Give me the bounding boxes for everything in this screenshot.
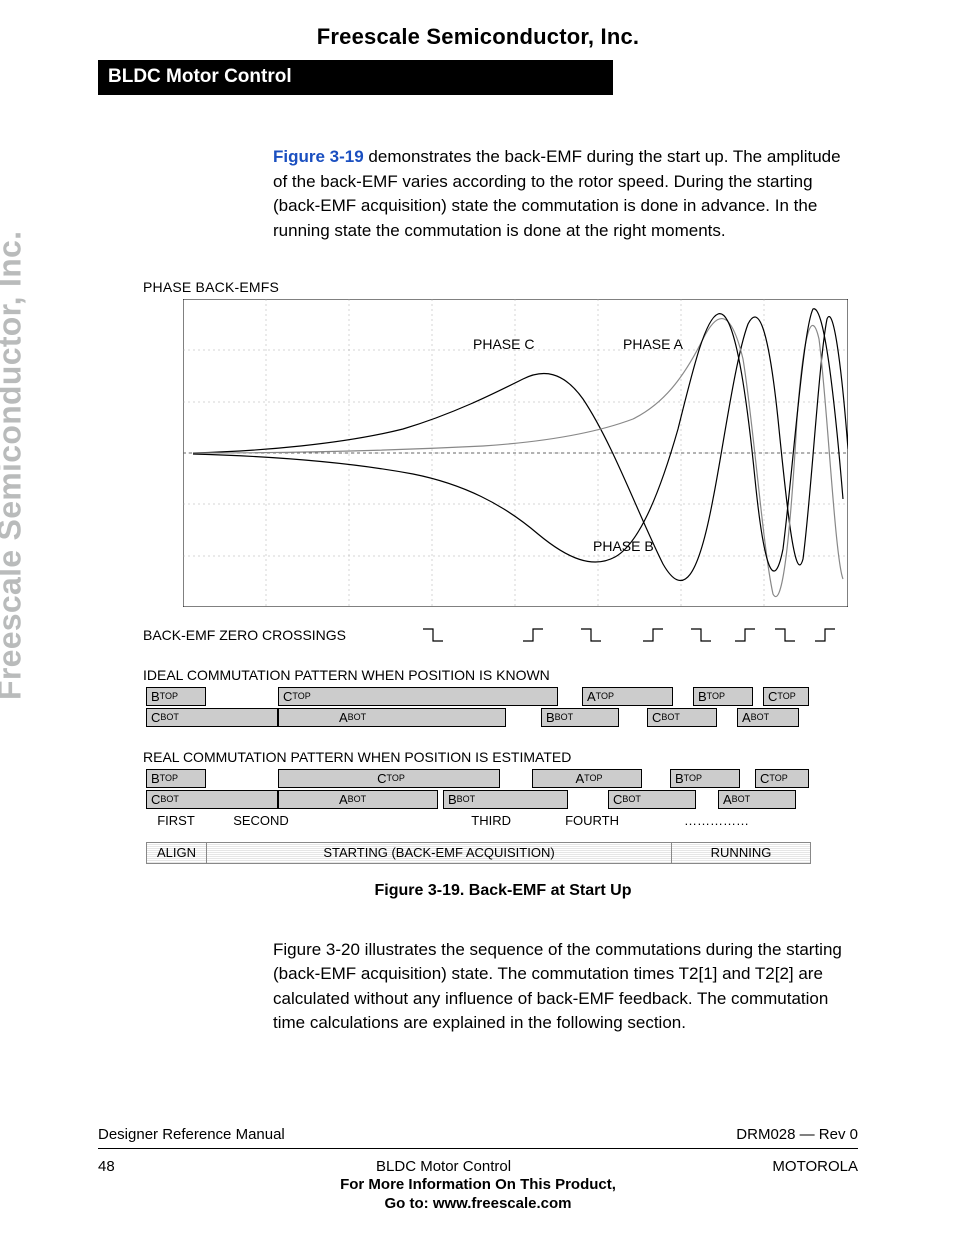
footer-doc-rev: DRM028 — Rev 0 [736,1126,858,1143]
footer-manual-title: Designer Reference Manual [98,1126,285,1143]
zero-crossings-label: BACK-EMF ZERO CROSSINGS [143,627,423,643]
company-header: Freescale Semiconductor, Inc. [98,24,858,50]
paragraph-1: Figure 3-19 demonstrates the back-EMF du… [273,145,853,244]
ideal-pattern-title: IDEAL COMMUTATION PATTERN WHEN POSITION … [143,667,863,683]
commutation-state-labels: FIRST SECOND THIRD FOURTH …………… [146,813,863,828]
phase-b-label: PHASE B [593,538,654,554]
footer-line-1: Designer Reference Manual DRM028 — Rev 0 [98,1126,858,1143]
figure-3-19: PHASE BACK-EMFS [143,279,863,900]
figure-ref-3-20: Figure 3-20 [273,940,360,959]
footer-more-info: For More Information On This Product, Go… [98,1176,858,1214]
paragraph-2: Figure 3-20 illustrates the sequence of … [273,938,853,1037]
phase-state-row: ALIGN STARTING (BACK-EMF ACQUISITION) RU… [146,842,811,864]
phase-a-label: PHASE A [623,336,684,352]
footer-rule [98,1148,858,1149]
figure-caption: Figure 3-19. Back-EMF at Start Up [143,882,863,900]
phase-backemf-chart: PHASE C PHASE A PHASE B [183,299,848,607]
real-top-row: BTOP CTOP ATOP BTOP CTOP [146,769,809,788]
phase-backemf-label: PHASE BACK-EMFS [143,279,863,295]
ideal-bot-row: CBOT ABOT BBOT CBOT ABOT [146,708,809,727]
footer-line-2: 48 BLDC Motor Control MOTOROLA [98,1158,858,1175]
footer-center: BLDC Motor Control [376,1158,511,1175]
real-pattern-title: REAL COMMUTATION PATTERN WHEN POSITION I… [143,749,863,765]
side-company-text: Freescale Semiconductor, Inc. [0,231,29,700]
footer-page-number: 48 [98,1158,115,1175]
ideal-top-row: BTOP CTOP ATOP BTOP CTOP [146,687,809,706]
zero-crossings-marks [423,625,863,645]
footer-brand: MOTOROLA [772,1158,858,1175]
phase-c-label: PHASE C [473,336,534,352]
figure-ref-3-19: Figure 3-19 [273,147,364,166]
section-title-bar: BLDC Motor Control [98,60,613,95]
real-bot-row: CBOT ABOT BBOT CBOT ABOT [146,790,809,809]
